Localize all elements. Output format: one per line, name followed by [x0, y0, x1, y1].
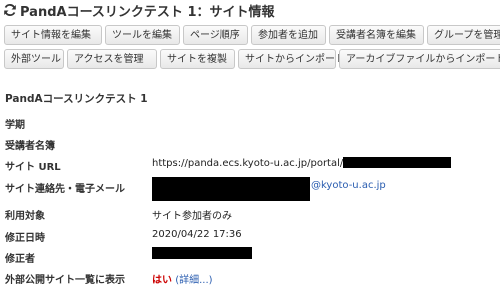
modified-date-label: 修正日時	[5, 233, 45, 244]
redacted-contact	[152, 177, 310, 201]
roster-label: 受講者名簿	[5, 141, 55, 152]
manage-access-button[interactable]: アクセスを管理	[67, 49, 157, 69]
public-listing-yes: はい	[152, 275, 172, 286]
modified-date-value: 2020/04/22 17:36	[152, 229, 242, 240]
site-contact-label: サイト連絡先・電子メール	[5, 184, 125, 195]
public-listing-value: はい (詳細...)	[152, 271, 213, 286]
contact-email-link[interactable]: @kyoto-u.ac.jp	[311, 180, 386, 191]
toolbar-row-2: 外部ツール アクセスを管理 サイトを複製 サイトからインポート アーカイブファイ…	[0, 49, 500, 71]
edit-roster-button[interactable]: 受講者名簿を編集	[329, 25, 424, 45]
site-url-label: サイト URL	[5, 162, 61, 173]
page-header: PandAコースリンクテスト 1：サイト情報	[0, 0, 500, 22]
edit-site-info-button[interactable]: サイト情報を編集	[4, 25, 102, 45]
site-url-value: https://panda.ecs.kyoto-u.ac.jp/portal/s…	[152, 158, 365, 169]
duplicate-site-button[interactable]: サイトを複製	[160, 49, 235, 69]
site-name-heading: PandAコースリンクテスト 1	[5, 93, 148, 105]
toolbar-row-1: サイト情報を編集 ツールを編集 ページ順序 参加者を追加 受講者名簿を編集 グル…	[0, 25, 500, 47]
import-from-site-button[interactable]: サイトからインポート	[238, 49, 345, 69]
audience-value: サイト参加者のみ	[152, 211, 232, 222]
details-link[interactable]: (詳細...)	[175, 275, 212, 286]
page-order-button[interactable]: ページ順序	[183, 25, 248, 45]
edit-tools-button[interactable]: ツールを編集	[105, 25, 180, 45]
public-listing-label: 外部公開サイト一覧に表示	[5, 275, 125, 286]
modified-by-label: 修正者	[5, 254, 35, 265]
audience-label: 利用対象	[5, 211, 45, 222]
external-tools-button[interactable]: 外部ツール	[4, 49, 64, 69]
manage-groups-button[interactable]: グループを管理	[427, 25, 500, 45]
add-participants-button[interactable]: 参加者を追加	[251, 25, 326, 45]
redacted-modified-by	[152, 247, 252, 259]
page-title: PandAコースリンクテスト 1：サイト情報	[20, 5, 275, 20]
import-from-archive-button[interactable]: アーカイブファイルからインポート	[339, 49, 500, 69]
term-label: 学期	[5, 120, 25, 131]
redacted-site-id	[343, 157, 451, 168]
refresh-icon[interactable]	[3, 3, 17, 17]
